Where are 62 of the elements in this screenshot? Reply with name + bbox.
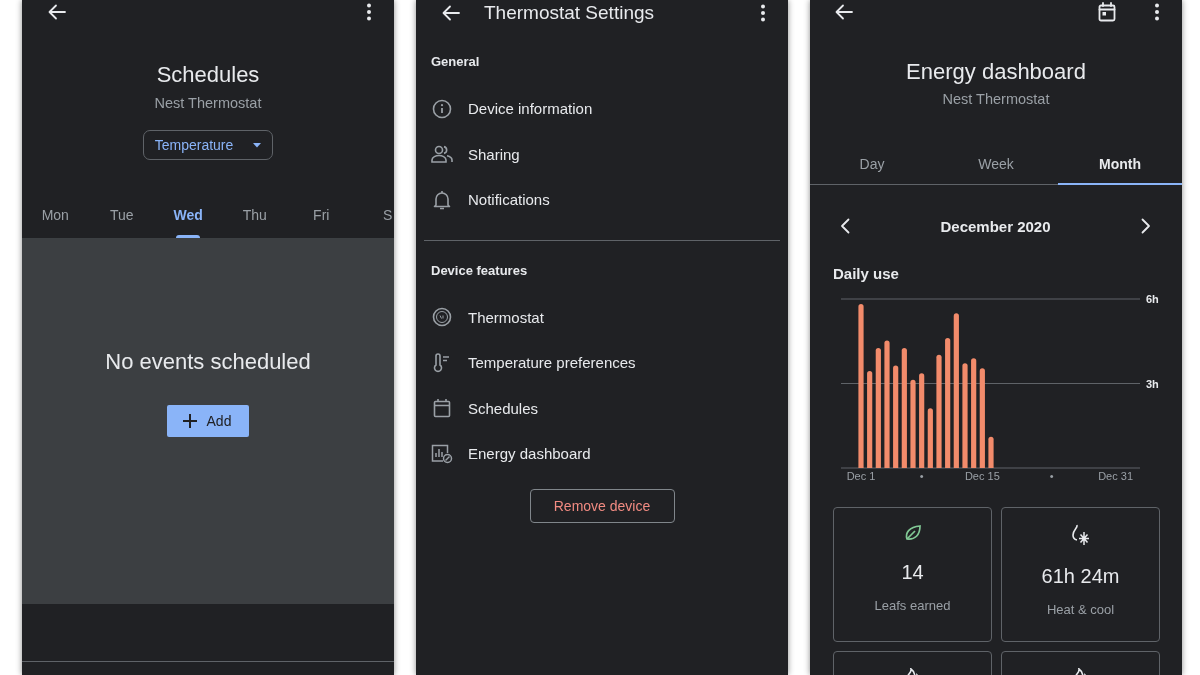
more-options-icon[interactable] (366, 3, 372, 21)
more-options-icon[interactable] (1154, 3, 1160, 21)
settings-item[interactable]: Temperature preferences (416, 340, 788, 386)
calendar-icon[interactable] (1098, 2, 1116, 22)
axis-label: Dec 15 (964, 470, 1000, 482)
dial-icon (432, 307, 452, 328)
axis-label: • (919, 470, 924, 482)
back-arrow-icon[interactable] (442, 5, 460, 21)
screen-subtitle: Nest Thermostat (154, 94, 262, 113)
settings-item[interactable]: Notifications (416, 177, 788, 223)
chart-bar (988, 436, 994, 468)
caret-icon (253, 142, 262, 148)
info-icon (432, 98, 452, 119)
axis-label: Dec 31 (1098, 470, 1133, 482)
axis-label: • (1049, 470, 1054, 482)
more-options-icon[interactable] (760, 4, 766, 22)
weekday-tab[interactable]: Tue (88, 200, 155, 238)
settings-item[interactable]: Energy dashboard (416, 431, 788, 477)
weekday-tab[interactable]: Thu (221, 200, 288, 238)
settings-item[interactable]: Sharing (416, 131, 788, 177)
bell-icon (433, 189, 451, 210)
axis-label: 3h (1146, 377, 1159, 390)
people-icon (431, 145, 453, 164)
leaf-icon (903, 524, 922, 542)
period-tab[interactable]: Month (1058, 142, 1182, 185)
chart-title: Daily use (833, 264, 899, 284)
settings-item[interactable]: Device information (416, 86, 788, 132)
remove-device-button[interactable]: Remove device (529, 488, 675, 523)
stat-label: Leafs earned (874, 598, 951, 613)
screen-subtitle: Nest Thermostat (942, 90, 1050, 109)
flame-snowflake-icon (1070, 524, 1091, 546)
back-arrow-icon[interactable] (48, 4, 66, 20)
screen-title: Schedules (156, 62, 260, 88)
screen-title: Thermostat Settings (484, 2, 656, 24)
settings-item[interactable]: Thermostat (416, 294, 788, 340)
calendar-icon (433, 398, 451, 419)
chevron-left-icon[interactable] (840, 218, 850, 234)
add-button[interactable]: Add (167, 405, 249, 437)
energy-chart-icon (431, 443, 453, 464)
section-heading: Device features (430, 261, 528, 280)
stat-label: Heat & cool (1046, 602, 1115, 617)
weekday-tab[interactable]: Fri (288, 200, 355, 238)
period-tab[interactable]: Day (810, 142, 934, 185)
period-tab[interactable]: Week (934, 142, 1058, 185)
empty-message: No events scheduled (105, 348, 311, 376)
axis-label: Dec 1 (846, 470, 876, 482)
settings-item[interactable]: Schedules (416, 385, 788, 431)
period-label: December 2020 (940, 217, 1051, 235)
stat-value: 61h 24m (1041, 564, 1120, 588)
weekday-tab[interactable]: Mon (22, 200, 89, 238)
plus-icon (182, 414, 197, 428)
weekday-tab[interactable]: S (354, 200, 394, 238)
chart-bar (927, 408, 933, 468)
chevron-right-icon[interactable] (1141, 218, 1151, 234)
axis-label: 6h (1146, 293, 1159, 305)
thermometer-icon (432, 352, 452, 373)
stat-value: 14 (901, 560, 924, 584)
weekday-tab[interactable]: Wed (155, 200, 222, 238)
section-heading: General (430, 53, 480, 71)
mode-dropdown[interactable]: Temperature (143, 130, 273, 160)
back-arrow-icon[interactable] (835, 4, 853, 20)
screen-title: Energy dashboard (906, 59, 1086, 85)
